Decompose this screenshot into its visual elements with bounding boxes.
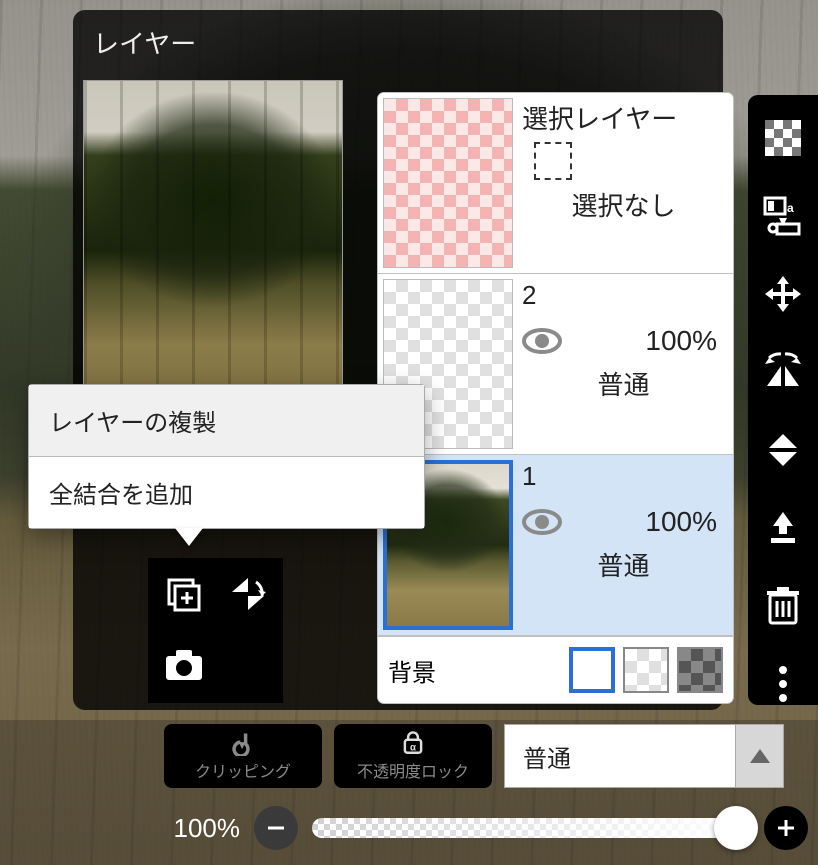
blend-mode-value: 普通 [523,739,571,774]
layer-opacity: 100% [580,325,725,357]
flip-rotate-icon[interactable] [225,570,272,618]
add-layer-icon[interactable] [160,570,207,618]
layer-name: 2 [522,280,725,311]
layer-tools-block [148,558,283,703]
eye-icon[interactable] [522,507,562,537]
layer-opacity: 100% [580,506,725,538]
background-row: 背景 [378,636,733,703]
merge-down-icon[interactable] [761,507,805,549]
bg-transparent-swatch[interactable] [623,647,669,693]
bg-white-swatch[interactable] [569,647,615,693]
layers-list: 選択レイヤー 選択なし 2 [378,93,733,703]
blend-mode-select[interactable]: 普通 [504,724,736,788]
alpha-lock-label: 不透明度ロック [357,758,469,782]
alpha-lock-button[interactable]: α 不透明度ロック [334,724,492,788]
clipping-label: クリッピング [195,758,291,782]
opacity-minus-button[interactable] [254,806,298,850]
layer-context-menu: レイヤーの複製 全結合を追加 [28,384,425,529]
selection-marquee-icon [534,142,572,180]
opacity-percent: 100% [150,813,240,844]
flip-vertical-icon[interactable] [761,429,805,471]
right-toolbar: a [748,95,818,705]
slider-knob[interactable] [714,806,758,850]
layer-row-selection[interactable]: 選択レイヤー 選択なし [378,93,733,274]
svg-text:a: a [787,201,794,215]
background-label: 背景 [388,653,561,688]
trash-icon[interactable] [761,585,805,627]
bottom-bar: クリッピング α 不透明度ロック 普通 100% [0,720,818,865]
move-icon[interactable] [761,273,805,315]
clipping-button[interactable]: クリッピング [164,724,322,788]
reference-window-icon[interactable]: a [761,195,805,237]
checker-icon[interactable] [761,117,805,159]
svg-text:α: α [410,742,416,753]
menu-add-merged[interactable]: 全結合を追加 [29,457,424,528]
camera-icon[interactable] [160,642,208,690]
panel-title: レイヤー [73,10,723,67]
layer-row-2[interactable]: 2 100% 普通 [378,274,733,455]
layer-name: 1 [522,461,725,492]
flip-horizontal-icon[interactable] [761,351,805,393]
layer-name: 選択レイヤー [522,99,725,136]
opacity-slider[interactable] [312,818,750,838]
bg-dark-swatch[interactable] [677,647,723,693]
opacity-plus-button[interactable] [764,806,808,850]
layer-blend-mode: 普通 [522,546,725,583]
layer-blend-mode: 普通 [522,365,725,402]
layer-thumb [383,98,513,268]
slider-fill [312,818,750,838]
eye-icon[interactable] [522,326,562,356]
layer-row-1[interactable]: 1 100% 普通 [378,455,733,636]
blend-mode-caret[interactable] [736,724,784,788]
canvas-preview [83,80,343,420]
menu-duplicate-layer[interactable]: レイヤーの複製 [29,385,424,457]
popover-arrow [175,528,203,546]
more-icon[interactable] [761,663,805,705]
selection-status: 選択なし [522,186,725,223]
